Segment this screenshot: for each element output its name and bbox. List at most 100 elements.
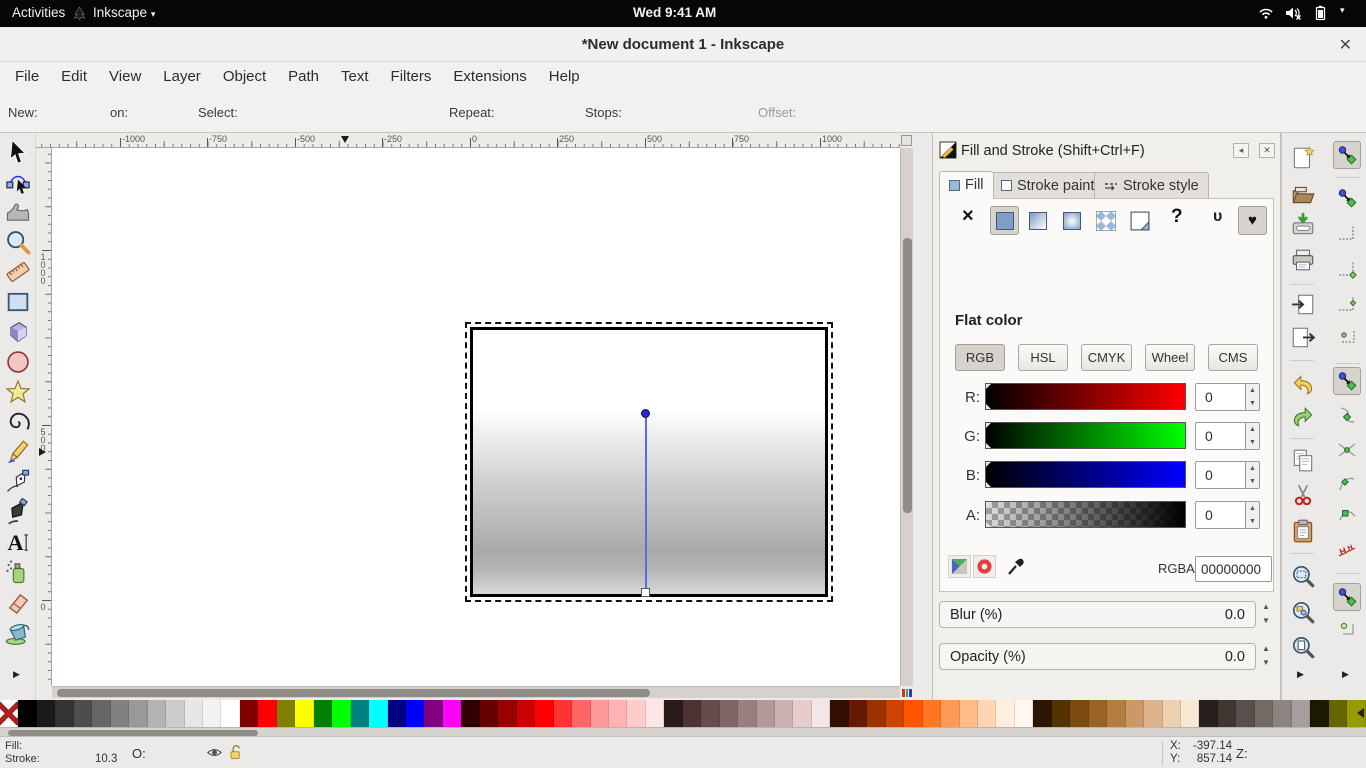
alpha-slider[interactable]	[985, 501, 1186, 528]
palette-swatch[interactable]	[1070, 700, 1088, 727]
layer-visibility-eye-icon[interactable]	[206, 745, 223, 760]
snap-bounding-box-button[interactable]	[1336, 187, 1358, 209]
canvas[interactable]	[52, 148, 900, 686]
linear-gradient-fill-button[interactable]	[1025, 208, 1051, 234]
mode-hsl-button[interactable]: HSL	[1018, 344, 1068, 371]
gradient-start-handle[interactable]	[641, 409, 650, 418]
snap-expander-arrow[interactable]: ▶	[1342, 669, 1349, 680]
blur-spin-up[interactable]: ▲	[1259, 600, 1273, 613]
snap-bbox-edges-button[interactable]	[1336, 222, 1358, 244]
opacity-slider[interactable]: Opacity (%) 0.0	[939, 643, 1256, 670]
red-spinbox[interactable]: 0	[1195, 383, 1246, 411]
palette-swatch[interactable]	[92, 700, 110, 727]
palette-swatch[interactable]	[775, 700, 793, 727]
app-menu[interactable]: Inkscape ▾	[93, 5, 155, 20]
radial-gradient-fill-button[interactable]	[1059, 208, 1085, 234]
green-spinbox[interactable]: 0	[1195, 422, 1246, 450]
command-import[interactable]	[1290, 292, 1316, 318]
commands-expander-arrow[interactable]: ▶	[1297, 669, 1304, 680]
menu-object[interactable]: Object	[212, 62, 277, 92]
mode-wheel-button[interactable]: Wheel	[1145, 344, 1195, 371]
palette-swatch[interactable]	[55, 700, 73, 727]
window-close-button[interactable]: ✕	[1335, 35, 1356, 55]
palette-swatch[interactable]	[1089, 700, 1107, 727]
tool-ellipse[interactable]	[4, 348, 32, 376]
tool-pencil[interactable]	[4, 438, 32, 466]
command-zoom-page[interactable]	[1290, 634, 1316, 660]
palette-swatch[interactable]	[332, 700, 350, 727]
palette-swatch[interactable]	[812, 700, 830, 727]
palette-swatch[interactable]	[1310, 700, 1328, 727]
menu-text[interactable]: Text	[330, 62, 380, 92]
palette-scrollbar-thumb[interactable]	[8, 730, 258, 736]
palette-swatch[interactable]	[886, 700, 904, 727]
fill-rule-evenodd-button[interactable]: υ	[1213, 208, 1222, 226]
palette-swatch[interactable]	[461, 700, 479, 727]
palette-swatch[interactable]	[627, 700, 645, 727]
menu-layer[interactable]: Layer	[152, 62, 212, 92]
pattern-fill-button[interactable]	[1093, 208, 1119, 234]
palette-swatch[interactable]	[960, 700, 978, 727]
unknown-paint-button[interactable]: ?	[1171, 206, 1183, 228]
palette-swatch[interactable]	[793, 700, 811, 727]
color-managed-view-toggle[interactable]	[902, 689, 912, 697]
snap-path-intersections-button[interactable]	[1336, 439, 1358, 461]
green-spin-arrows[interactable]: ▲▼	[1246, 422, 1260, 450]
menu-view[interactable]: View	[98, 62, 152, 92]
flat-color-button[interactable]	[990, 206, 1019, 235]
palette-swatch[interactable]	[1181, 700, 1199, 727]
palette-swatch[interactable]	[74, 700, 92, 727]
vertical-scrollbar-thumb[interactable]	[903, 238, 912, 513]
vertical-ruler[interactable]: 10005000	[36, 148, 52, 686]
command-redo[interactable]	[1290, 404, 1316, 430]
mode-rgb-button[interactable]: RGB	[955, 344, 1005, 371]
palette-swatch[interactable]	[572, 700, 590, 727]
tab-stroke-paint[interactable]: Stroke paint	[991, 172, 1104, 199]
palette-swatch[interactable]	[277, 700, 295, 727]
palette-swatch[interactable]	[258, 700, 276, 727]
tab-fill[interactable]: Fill	[939, 171, 994, 199]
palette-swatch[interactable]	[166, 700, 184, 727]
palette-swatch[interactable]	[941, 700, 959, 727]
palette-swatch[interactable]	[295, 700, 313, 727]
palette-swatch[interactable]	[1218, 700, 1236, 727]
fill-rule-nonzero-button[interactable]: ♥	[1238, 206, 1267, 235]
toolbox-expander-arrow[interactable]: ▶	[13, 669, 20, 680]
menu-help[interactable]: Help	[538, 62, 591, 92]
tool-rectangle[interactable]	[4, 288, 32, 316]
palette-swatch[interactable]	[351, 700, 369, 727]
palette-swatch[interactable]	[554, 700, 572, 727]
menu-file[interactable]: File	[4, 62, 50, 92]
palette-swatch[interactable]	[111, 700, 129, 727]
command-save[interactable]	[1290, 212, 1316, 238]
menu-edit[interactable]: Edit	[50, 62, 98, 92]
snap-bbox-centers-button[interactable]	[1336, 325, 1358, 347]
blue-slider[interactable]	[985, 461, 1186, 488]
menu-path[interactable]: Path	[277, 62, 330, 92]
snap-others-button[interactable]	[1333, 583, 1361, 611]
palette-swatch[interactable]	[701, 700, 719, 727]
system-menu-caret[interactable]: ▾	[1340, 5, 1345, 16]
red-slider[interactable]	[985, 383, 1186, 410]
palette-swatch[interactable]	[517, 700, 535, 727]
palette-swatch[interactable]	[1144, 700, 1162, 727]
palette-swatch[interactable]	[240, 700, 258, 727]
palette-swatch[interactable]	[1107, 700, 1125, 727]
blur-slider[interactable]: Blur (%) 0.0	[939, 601, 1256, 628]
clock[interactable]: Wed 9:41 AM	[633, 5, 716, 20]
palette-swatch[interactable]	[314, 700, 332, 727]
palette-swatch[interactable]	[1273, 700, 1291, 727]
command-paste[interactable]	[1290, 518, 1316, 544]
menu-filters[interactable]: Filters	[380, 62, 443, 92]
tool-calligraphy[interactable]	[4, 498, 32, 526]
opacity-spin-up[interactable]: ▲	[1259, 642, 1273, 655]
blue-spinbox[interactable]: 0	[1195, 461, 1246, 489]
palette-swatch[interactable]	[406, 700, 424, 727]
palette-swatch[interactable]	[1292, 700, 1310, 727]
alpha-spinbox[interactable]: 0	[1195, 501, 1246, 529]
gradient-line[interactable]	[645, 413, 647, 593]
vertical-scrollbar[interactable]	[900, 148, 913, 686]
palette-swatch[interactable]	[37, 700, 55, 727]
snap-smooth-nodes-button[interactable]	[1336, 472, 1358, 494]
snap-rotation-center-button[interactable]	[1336, 617, 1358, 639]
